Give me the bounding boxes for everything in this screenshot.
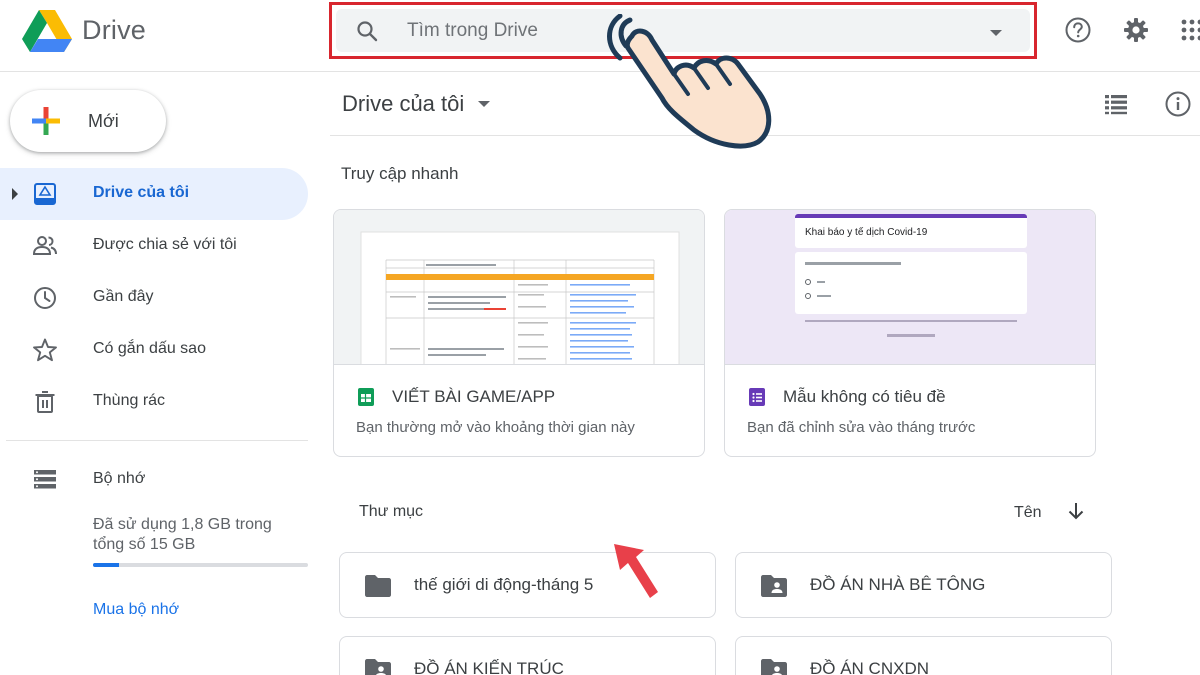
search-icon[interactable] xyxy=(355,19,379,43)
sidebar-item-label: Thùng rác xyxy=(93,392,166,409)
info-icon[interactable] xyxy=(1164,90,1192,118)
file-reason: Bạn thường mở vào khoảng thời gian này xyxy=(356,419,635,436)
list-view-icon[interactable] xyxy=(1103,91,1129,117)
drive-logo-icon xyxy=(22,10,72,52)
pointing-hand-icon xyxy=(607,14,772,149)
people-icon xyxy=(32,236,57,255)
folder-name: ĐỒ ÁN NHÀ BÊ TÔNG xyxy=(810,575,986,594)
sort-by-name-button[interactable]: Tên xyxy=(1014,504,1042,522)
my-drive-icon xyxy=(34,183,56,205)
star-icon xyxy=(33,338,57,362)
plus-icon xyxy=(32,107,60,135)
new-button-label: Mới xyxy=(88,110,119,131)
red-arrow-annotation-icon xyxy=(614,544,658,598)
storage-title[interactable]: Bộ nhớ xyxy=(93,470,145,488)
page-title-text: Drive của tôi xyxy=(342,91,465,116)
quick-access-card[interactable]: VIẾT BÀI GAME/APP Bạn thường mở vào khoả… xyxy=(333,209,705,457)
sidebar-item-label: Có gắn dấu sao xyxy=(93,340,206,357)
storage-usage-fill xyxy=(93,563,119,567)
help-icon[interactable] xyxy=(1064,16,1092,44)
spreadsheet-preview-image xyxy=(360,231,680,364)
new-button[interactable]: Mới xyxy=(10,90,166,152)
apps-grid-icon[interactable] xyxy=(1178,16,1200,44)
file-name: VIẾT BÀI GAME/APP xyxy=(392,387,556,406)
form-preview-title: Khai báo y tế dịch Covid-19 xyxy=(805,227,928,238)
folder-name: thế giới di động-tháng 5 xyxy=(414,575,594,594)
shared-folder-icon xyxy=(761,575,787,597)
file-name: Mẫu không có tiêu đề xyxy=(783,387,946,406)
quick-access-card[interactable]: Khai báo y tế dịch Covid-19 Mẫu không có… xyxy=(724,209,1096,457)
search-options-icon[interactable] xyxy=(990,30,1002,36)
sidebar-item-starred[interactable]: Có gắn dấu sao xyxy=(0,324,308,376)
sidebar-item-label: Gần đây xyxy=(93,288,154,305)
form-header-card: Khai báo y tế dịch Covid-19 xyxy=(795,214,1027,248)
folder-icon xyxy=(365,575,391,597)
sidebar-item-shared-with-me[interactable]: Được chia sẻ với tôi xyxy=(0,220,308,272)
sidebar-item-label: Được chia sẻ với tôi xyxy=(93,236,237,253)
shared-folder-icon xyxy=(365,659,391,675)
expand-arrow-icon[interactable] xyxy=(12,188,18,200)
page-title[interactable]: Drive của tôi xyxy=(342,91,491,117)
clock-icon xyxy=(34,287,56,309)
sidebar-nav: Drive của tôi Được chia sẻ với tôi Gần đ… xyxy=(0,168,308,428)
folder-item[interactable]: ĐỒ ÁN NHÀ BÊ TÔNG xyxy=(735,552,1112,618)
forms-icon xyxy=(749,388,765,406)
storage-usage-text: Đã sử dụng 1,8 GB trong tổng số 15 GB xyxy=(93,516,272,553)
folder-name: ĐỒ ÁN KIẾN TRÚC xyxy=(414,659,564,675)
folders-label: Thư mục xyxy=(359,503,424,520)
folder-name: ĐỒ ÁN CNXDN xyxy=(810,659,930,675)
form-question-card xyxy=(795,252,1027,314)
sidebar-item-label: Drive của tôi xyxy=(93,184,190,201)
drive-logo[interactable]: Drive xyxy=(22,8,146,52)
folder-item[interactable]: ĐỒ ÁN CNXDN xyxy=(735,636,1112,675)
sidebar-item-my-drive[interactable]: Drive của tôi xyxy=(0,168,308,220)
sidebar-item-trash[interactable]: Thùng rác xyxy=(0,376,308,428)
app-name: Drive xyxy=(82,14,147,45)
buy-storage-link[interactable]: Mua bộ nhớ xyxy=(93,601,179,619)
title-dropdown-icon xyxy=(478,101,491,107)
sheets-icon xyxy=(358,388,374,406)
trash-icon xyxy=(35,391,55,413)
folder-item[interactable]: ĐỒ ÁN KIẾN TRÚC xyxy=(339,636,716,675)
sidebar-divider xyxy=(6,440,308,441)
storage-usage-bar xyxy=(93,563,308,567)
form-preview: Khai báo y tế dịch Covid-19 xyxy=(725,210,1095,365)
settings-gear-icon[interactable] xyxy=(1122,16,1150,44)
arrow-down-icon[interactable] xyxy=(1065,500,1087,522)
shared-folder-icon xyxy=(761,659,787,675)
storage-icon xyxy=(34,470,56,489)
sidebar-item-recent[interactable]: Gần đây xyxy=(0,272,308,324)
quick-access-label: Truy cập nhanh xyxy=(341,164,459,183)
spreadsheet-preview xyxy=(334,210,704,365)
file-reason: Bạn đã chỉnh sửa vào tháng trước xyxy=(747,419,976,436)
